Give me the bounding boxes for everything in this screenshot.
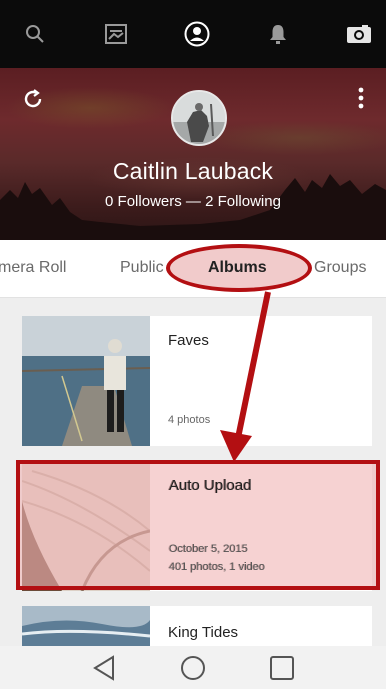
recent-apps-icon[interactable] (268, 654, 296, 682)
profile-icon[interactable] (184, 21, 210, 47)
album-card-king-tides[interactable]: King Tides (22, 606, 372, 646)
highlight-album-title: Auto Upload (169, 477, 252, 494)
album-count: 4 photos (168, 414, 211, 426)
album-title: King Tides (168, 624, 239, 641)
album-thumbnail (22, 606, 150, 646)
photos-icon[interactable] (103, 21, 129, 47)
more-options-icon[interactable] (356, 86, 366, 110)
tab-groups[interactable]: Groups (314, 259, 366, 277)
back-icon[interactable] (90, 654, 118, 682)
album-title: Faves (168, 332, 209, 349)
tab-albums[interactable]: Albums (208, 259, 267, 277)
highlight-album-count: 401 photos, 1 video (169, 561, 266, 573)
avatar[interactable] (171, 90, 227, 146)
profile-stats[interactable]: 0 Followers — 2 Following (0, 193, 386, 210)
refresh-icon[interactable] (22, 88, 44, 110)
top-nav-bar (0, 0, 386, 68)
home-icon[interactable] (179, 654, 207, 682)
highlight-album-date: October 5, 2015 (169, 543, 248, 555)
system-nav-bar (0, 646, 386, 689)
camera-icon[interactable] (346, 21, 372, 47)
tab-public[interactable]: Public (120, 259, 164, 277)
album-card-faves[interactable]: Faves 4 photos (22, 316, 372, 446)
notifications-icon[interactable] (265, 21, 291, 47)
tab-camera-roll[interactable]: mera Roll (0, 259, 66, 277)
album-thumbnail (22, 316, 150, 446)
search-icon[interactable] (22, 21, 48, 47)
profile-name: Caitlin Lauback (112, 158, 274, 184)
